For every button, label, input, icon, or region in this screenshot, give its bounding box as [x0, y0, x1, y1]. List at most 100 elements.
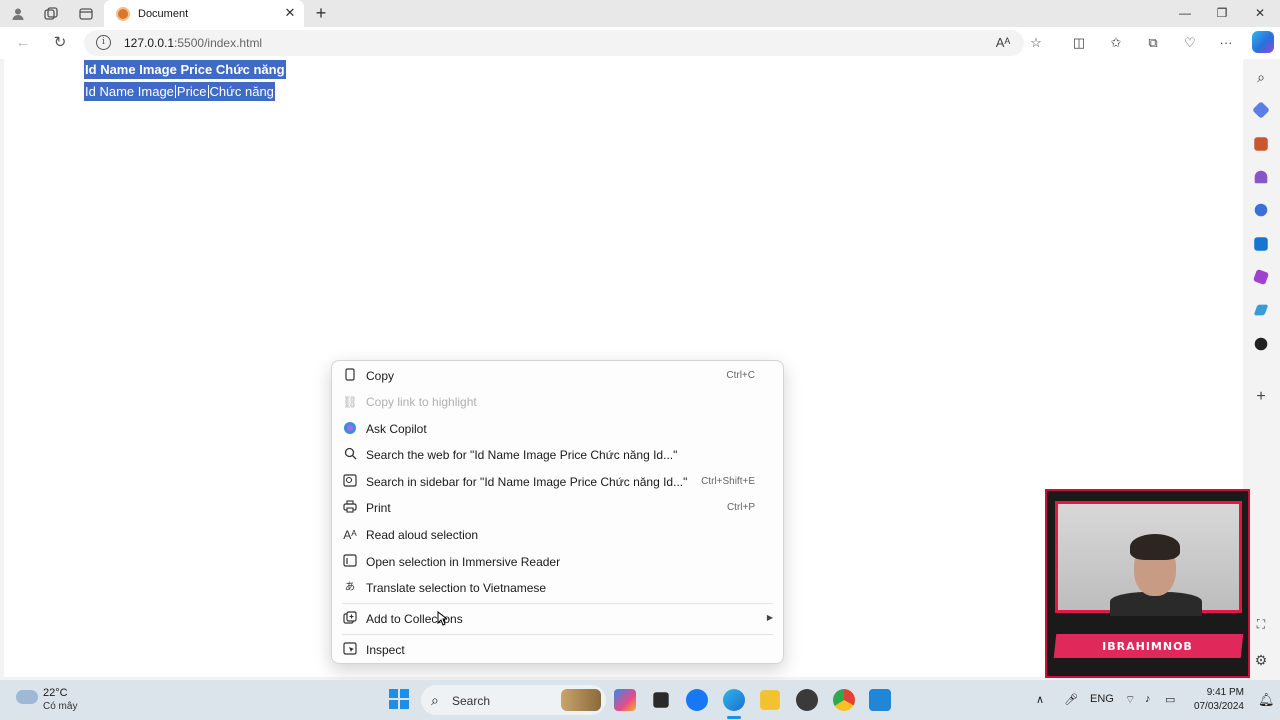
- menu-item-read-aloud[interactable]: Aᴬ Read aloud selection: [332, 522, 783, 548]
- cell-image: Image: [137, 84, 174, 99]
- tools-icon[interactable]: [1254, 137, 1268, 151]
- language-indicator[interactable]: ENG: [1090, 693, 1114, 705]
- minimize-button[interactable]: —: [1166, 0, 1204, 27]
- header-price: Price: [180, 62, 213, 77]
- shortcut-copy: Ctrl+C: [726, 370, 755, 381]
- immersive-reader-icon: [342, 554, 358, 570]
- read-aloud-icon[interactable]: Aᴬ: [993, 33, 1013, 53]
- outlook-icon[interactable]: [1254, 237, 1268, 251]
- search-icon[interactable]: ⌕: [1252, 68, 1270, 86]
- store-icon[interactable]: [653, 692, 669, 708]
- search-icon: [342, 447, 358, 463]
- weather-cloud-icon[interactable]: [16, 690, 38, 704]
- refresh-button[interactable]: ↻: [50, 33, 70, 53]
- menu-label-search-web: Search the web for "Id Name Image Price …: [366, 448, 678, 462]
- menu-item-inspect[interactable]: Inspect: [332, 637, 783, 663]
- search-icon: ⌕: [431, 692, 439, 708]
- sidebar-search-icon: [342, 474, 358, 490]
- menu-item-search-web[interactable]: Search the web for "Id Name Image Price …: [332, 442, 783, 468]
- tab-title: Document: [138, 7, 189, 20]
- favorites-icon[interactable]: ✩: [1106, 33, 1126, 53]
- chrome-icon[interactable]: [833, 689, 855, 711]
- menu-label-copy: Copy: [366, 369, 395, 383]
- webcam-video: [1055, 501, 1242, 616]
- title-bar: Document ✕ + — ❐ ✕: [0, 0, 1280, 27]
- profile-icon[interactable]: [9, 5, 27, 23]
- clock-time[interactable]: 9:41 PM: [1200, 687, 1244, 698]
- facebook-icon[interactable]: [686, 689, 708, 711]
- workspaces-icon[interactable]: [42, 5, 60, 23]
- microsoft365-icon[interactable]: [1254, 203, 1268, 217]
- screenshot-icon[interactable]: ⛶: [1252, 615, 1270, 633]
- active-app-indicator: [727, 716, 741, 719]
- address-bar[interactable]: i 127.0.0.1:5500/index.html: [84, 30, 1024, 56]
- collections-icon[interactable]: ⧉: [1143, 33, 1163, 53]
- menu-label-read-aloud: Read aloud selection: [366, 528, 479, 542]
- url-text: 127.0.0.1:5500/index.html: [124, 36, 262, 50]
- menu-separator: [342, 634, 773, 635]
- browser-essentials-icon[interactable]: ♡: [1180, 33, 1200, 53]
- menu-item-print[interactable]: Print Ctrl+P: [332, 495, 783, 521]
- shortcut-search-sidebar: Ctrl+Shift+E: [701, 476, 755, 487]
- browser-toolbar: ← ↻ i 127.0.0.1:5500/index.html Aᴬ ☆ ◫ ✩…: [0, 27, 1280, 59]
- menu-item-add-collections[interactable]: Add to Collections ▶: [332, 606, 783, 632]
- split-screen-icon[interactable]: ◫: [1069, 33, 1089, 53]
- copilot-icon[interactable]: [1252, 31, 1274, 53]
- webcam-overlay: IBRAHIMNOB: [1045, 489, 1250, 678]
- clock-date[interactable]: 07/03/2024: [1190, 701, 1244, 712]
- taskbar: 22°C Có mây ⌕ Search ∧ 🎤︎ ENG ⌔ ♪ ▭ 9:41…: [0, 680, 1280, 720]
- shopping-tag-icon[interactable]: [1252, 101, 1270, 119]
- menu-item-immersive-reader[interactable]: Open selection in Immersive Reader: [332, 549, 783, 575]
- url-path: :5500/index.html: [174, 36, 263, 50]
- close-window-button[interactable]: ✕: [1241, 0, 1279, 27]
- start-button[interactable]: [389, 689, 409, 709]
- menu-label-print: Print: [366, 501, 391, 515]
- menu-label-add-collections: Add to Collections: [366, 612, 463, 626]
- tab-document[interactable]: Document ✕: [104, 0, 304, 27]
- battery-icon[interactable]: ▭: [1165, 693, 1175, 706]
- taskbar-search[interactable]: ⌕ Search: [421, 685, 606, 715]
- back-button[interactable]: ←: [13, 33, 33, 53]
- url-host: 127.0.0.1: [124, 36, 175, 50]
- cell-id: Id: [85, 84, 96, 99]
- menu-item-search-sidebar[interactable]: Search in sidebar for "Id Name Image Pri…: [332, 469, 783, 495]
- menu-item-ask-copilot[interactable]: Ask Copilot: [332, 416, 783, 442]
- tray-chevron-icon[interactable]: ∧: [1036, 693, 1044, 706]
- games-icon[interactable]: [1254, 170, 1268, 184]
- menu-label-inspect: Inspect: [366, 643, 405, 657]
- new-tab-button[interactable]: +: [311, 3, 331, 23]
- site-info-icon[interactable]: i: [96, 35, 111, 50]
- add-sidebar-app-icon[interactable]: +: [1252, 388, 1270, 406]
- volume-icon[interactable]: ♪: [1145, 693, 1151, 705]
- favorite-star-icon[interactable]: ☆: [1026, 33, 1046, 53]
- maximize-button[interactable]: ❐: [1203, 0, 1241, 27]
- send-icon[interactable]: [1253, 304, 1269, 316]
- vscode-icon[interactable]: [869, 689, 891, 711]
- menu-item-copy[interactable]: Copy Ctrl+C: [332, 363, 783, 389]
- print-icon: [342, 500, 358, 516]
- settings-gear-icon[interactable]: ⚙: [1252, 651, 1270, 669]
- streamer-name: IBRAHIMNOB: [1102, 640, 1193, 653]
- tab-actions-icon[interactable]: [77, 5, 95, 23]
- shortcut-print: Ctrl+P: [726, 502, 755, 513]
- menu-label-immersive-reader: Open selection in Immersive Reader: [366, 555, 561, 569]
- edge-icon[interactable]: [723, 689, 745, 711]
- copilot-taskbar-icon[interactable]: [614, 689, 636, 711]
- obs-icon[interactable]: [796, 689, 818, 711]
- menu-label-translate: Translate selection to Vietnamese: [366, 581, 547, 595]
- extension-icon[interactable]: [1254, 337, 1268, 351]
- weather-desc[interactable]: Có mây: [43, 701, 77, 712]
- designer-icon[interactable]: [1252, 268, 1270, 286]
- file-explorer-icon[interactable]: [760, 690, 780, 710]
- submenu-arrow-icon: ▶: [766, 613, 773, 622]
- notification-bell-icon[interactable]: 🔔︎: [1258, 692, 1275, 708]
- microphone-icon[interactable]: 🎤︎: [1064, 693, 1078, 706]
- menu-item-copy-link-highlight[interactable]: ⛓ Copy link to highlight: [332, 389, 783, 415]
- wifi-icon[interactable]: ⌔: [1125, 693, 1135, 707]
- close-tab-icon[interactable]: ✕: [282, 5, 298, 21]
- menu-item-translate[interactable]: あ Translate selection to Vietnamese: [332, 575, 783, 601]
- header-id: Id: [85, 62, 97, 77]
- table-data-row: Id Name Image Price Chức năng: [84, 82, 275, 101]
- weather-temp[interactable]: 22°C: [43, 687, 68, 699]
- more-menu-icon[interactable]: ···: [1216, 33, 1236, 53]
